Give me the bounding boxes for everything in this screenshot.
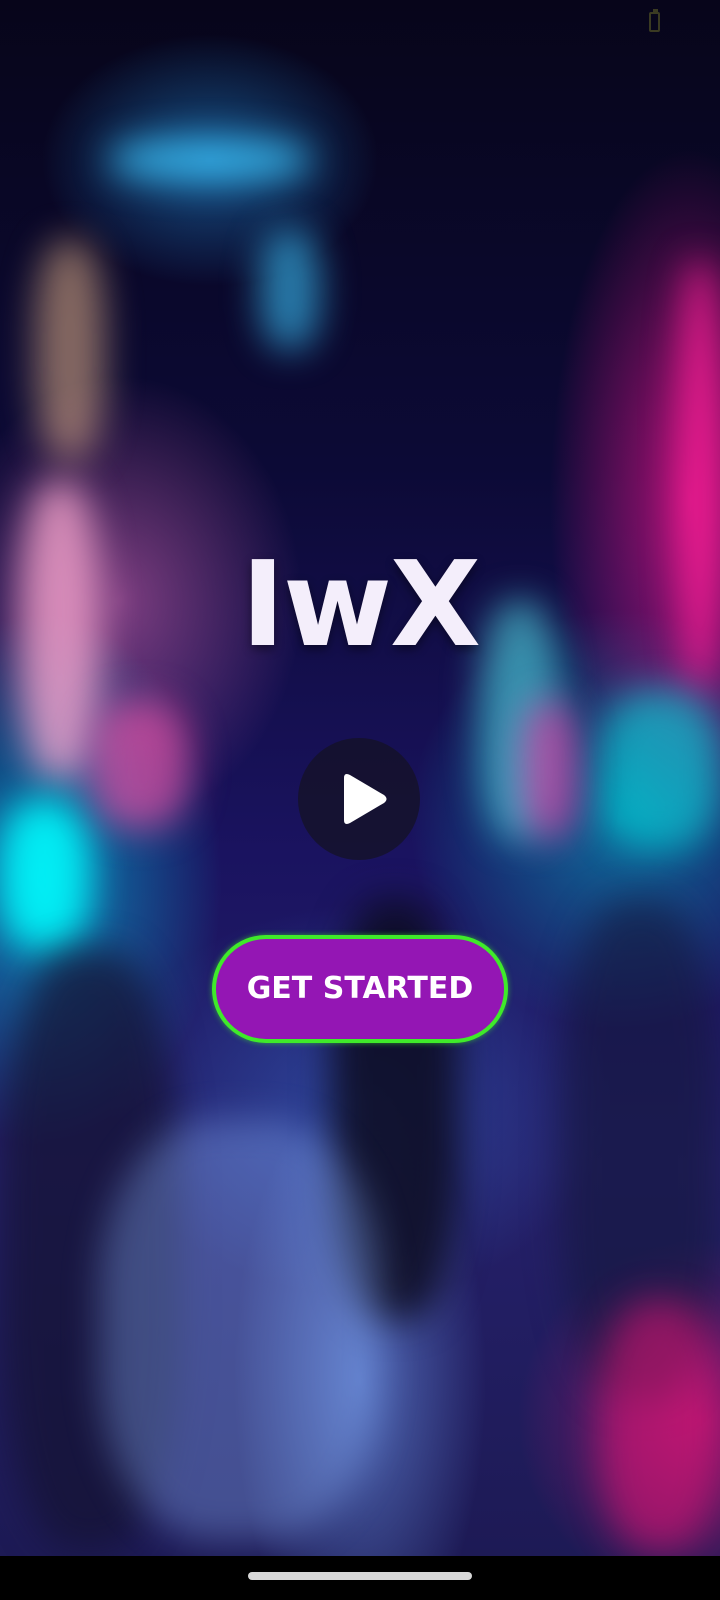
- play-video-button[interactable]: [298, 738, 420, 860]
- app-logo: IwX: [241, 535, 481, 673]
- play-icon: [344, 774, 387, 824]
- welcome-screen: IwX GET STARTED: [0, 0, 720, 1600]
- home-indicator[interactable]: [248, 1572, 472, 1580]
- get-started-button[interactable]: GET STARTED: [212, 935, 508, 1043]
- battery-icon: [649, 9, 660, 32]
